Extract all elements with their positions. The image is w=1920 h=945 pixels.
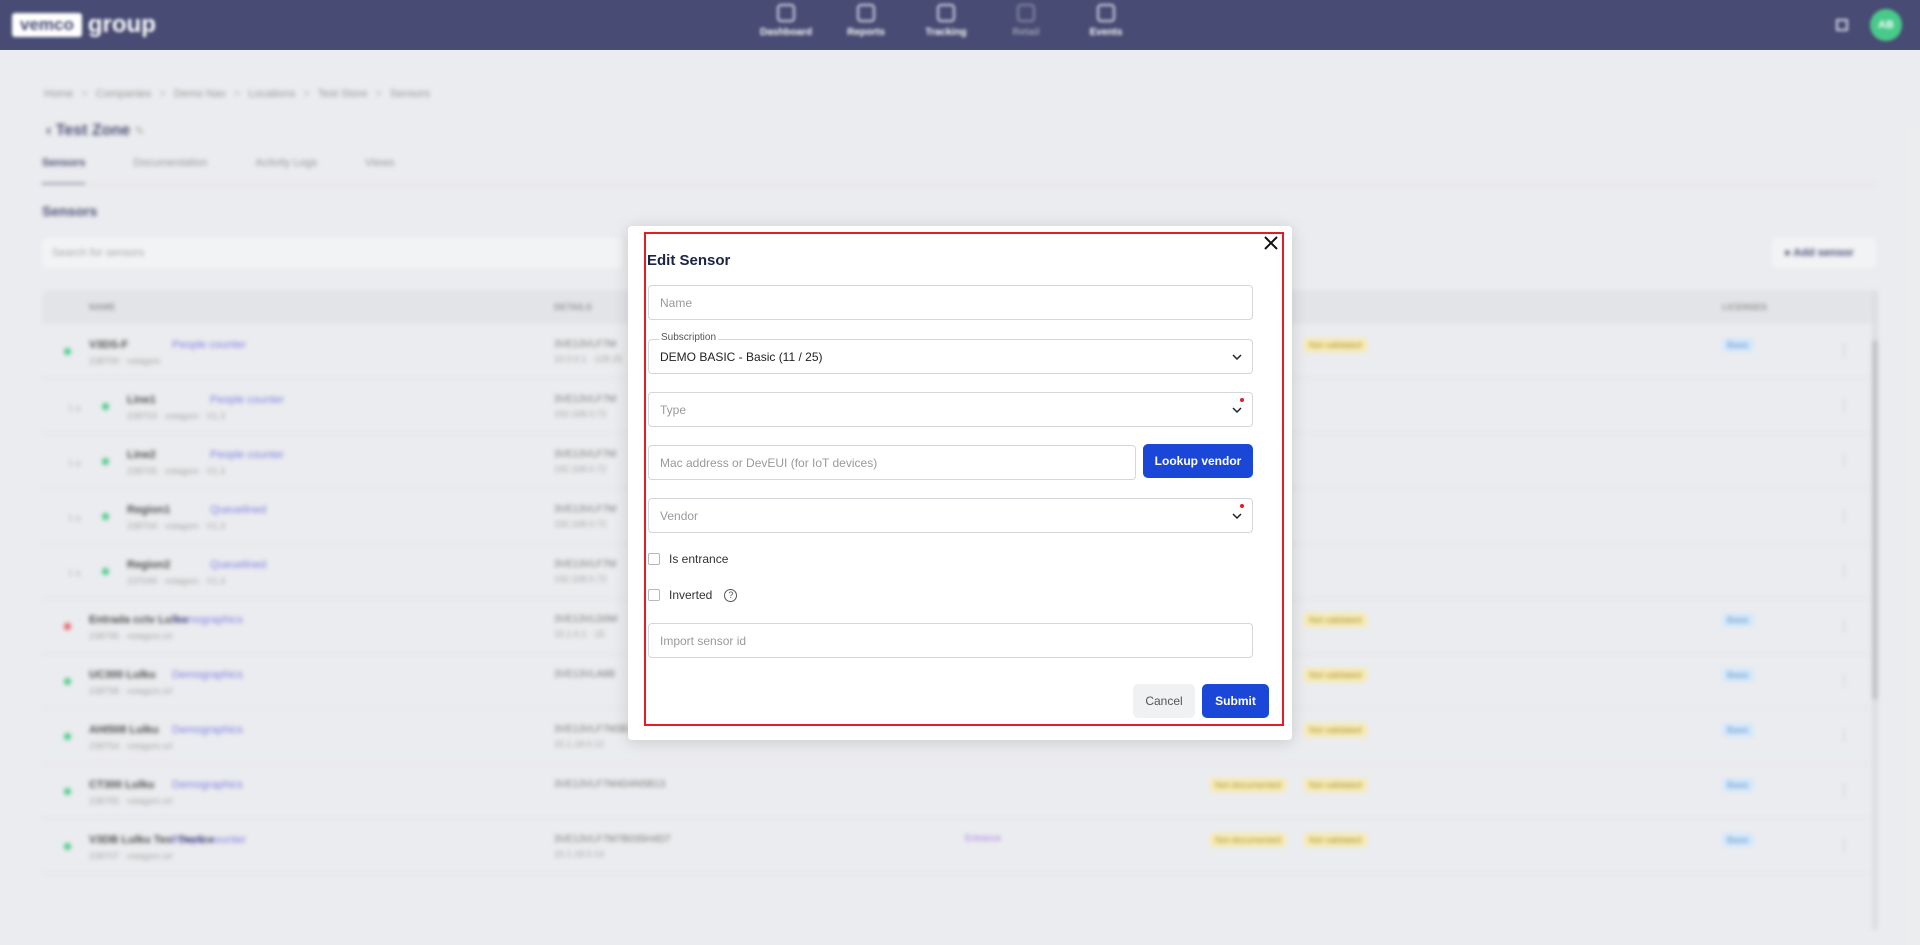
- mac-address-input[interactable]: Mac address or DevEUI (for IoT devices): [648, 445, 1136, 480]
- lookup-vendor-button[interactable]: Lookup vendor: [1143, 444, 1253, 478]
- cancel-button[interactable]: Cancel: [1133, 684, 1195, 718]
- chevron-down-icon: [1232, 407, 1242, 414]
- chevron-down-icon: [1232, 513, 1242, 520]
- help-icon[interactable]: ?: [724, 588, 738, 602]
- inverted-checkbox[interactable]: Inverted ?: [648, 588, 738, 602]
- checkbox-box[interactable]: [648, 589, 660, 601]
- chevron-down-icon: [1232, 354, 1242, 361]
- close-icon[interactable]: [1262, 234, 1280, 252]
- subscription-label: Subscription: [659, 332, 719, 343]
- name-field[interactable]: Name: [648, 285, 1253, 320]
- dialog-title: Edit Sensor: [647, 252, 731, 269]
- vendor-select[interactable]: Vendor: [648, 498, 1253, 533]
- checkbox-box[interactable]: [648, 553, 660, 565]
- edit-sensor-dialog: Edit Sensor Name Subscription DEMO BASIC…: [628, 226, 1292, 740]
- required-indicator: [1240, 504, 1244, 508]
- subscription-select[interactable]: Subscription DEMO BASIC - Basic (11 / 25…: [648, 332, 1253, 374]
- is-entrance-checkbox[interactable]: Is entrance: [648, 552, 728, 566]
- import-sensor-id-input[interactable]: Import sensor id: [648, 623, 1253, 658]
- required-indicator: [1240, 398, 1244, 402]
- type-select[interactable]: Type: [648, 392, 1253, 427]
- submit-button[interactable]: Submit: [1202, 684, 1269, 718]
